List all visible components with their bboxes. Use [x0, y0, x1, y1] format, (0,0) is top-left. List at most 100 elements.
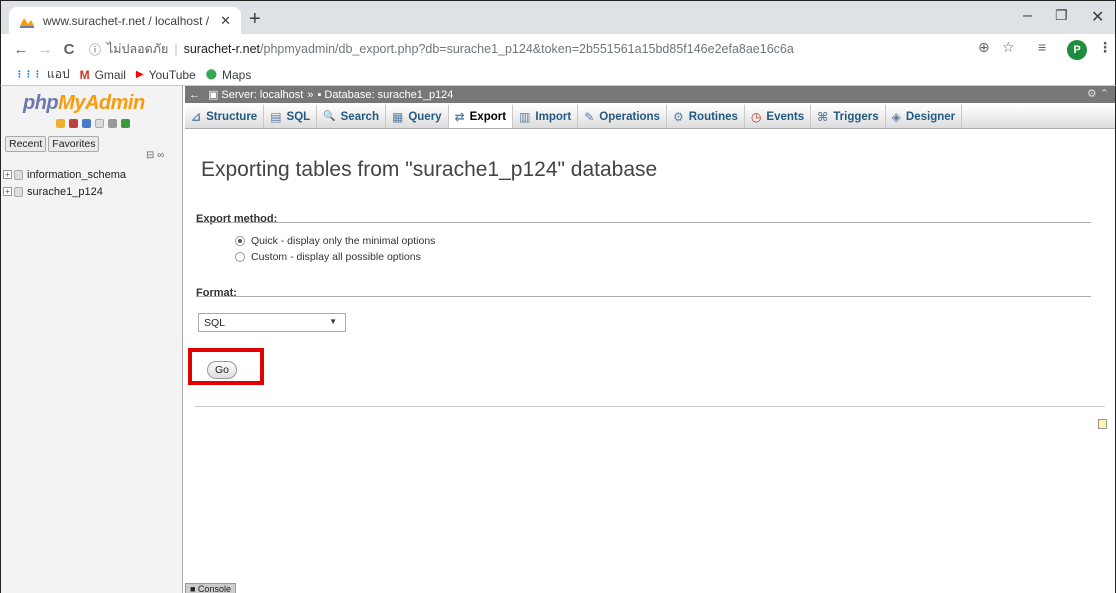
- page-content: phpMyAdmin Recent Favorites ⊟ ∞ + inform…: [0, 86, 1116, 593]
- new-tab-button[interactable]: +: [249, 9, 261, 29]
- phpmyadmin-logo[interactable]: phpMyAdmin: [23, 92, 145, 115]
- browser-toolbar: ← → C ⓘ ไม่ปลอดภัย | surachet-r.net /php…: [0, 34, 1116, 64]
- page-title: Exporting tables from "surache1_p124" da…: [201, 158, 658, 181]
- tab-label: SQL: [286, 110, 311, 123]
- profile-avatar[interactable]: P: [1067, 40, 1087, 60]
- url-host: surachet-r.net: [183, 42, 261, 56]
- breadcrumb-server[interactable]: ▣ Server: localhost: [208, 88, 304, 102]
- tab-query[interactable]: ▦ Query: [386, 105, 449, 128]
- maps-pin-icon: ⬤: [205, 69, 217, 80]
- tab-label: Structure: [206, 110, 258, 123]
- query-icon: ▦: [391, 109, 404, 124]
- home-icon[interactable]: [56, 119, 65, 128]
- favorites-button[interactable]: Favorites: [48, 136, 100, 152]
- settings-gear-icon[interactable]: ⚙ ⌃: [1087, 87, 1109, 100]
- help-icon[interactable]: [82, 119, 91, 128]
- reload-button[interactable]: C: [57, 41, 81, 58]
- custom-option[interactable]: Custom - display all possible options: [235, 251, 421, 263]
- minimize-button[interactable]: –: [1023, 7, 1032, 25]
- notepad-icon[interactable]: [1098, 419, 1107, 429]
- database-small-icon: ▪: [317, 88, 322, 101]
- breadcrumb-database-label: Database: surache1_p124: [324, 88, 454, 101]
- expand-icon[interactable]: +: [3, 187, 12, 196]
- top-menu: ⊿ Structure ▤ SQL 🔍 Search ▦ Query ⇄ Export ▥…: [185, 105, 1115, 129]
- browser-menu-icon[interactable]: ⋮: [1098, 39, 1112, 56]
- format-select[interactable]: SQL ▼: [198, 313, 346, 332]
- navigation-panel: phpMyAdmin Recent Favorites ⊟ ∞ + inform…: [1, 86, 183, 593]
- tab-operations[interactable]: ✎ Operations: [578, 105, 667, 128]
- maximize-button[interactable]: ❐: [1055, 7, 1068, 24]
- bookmark-maps[interactable]: ⬤ Maps: [206, 68, 252, 82]
- breadcrumb: ← ▣ Server: localhost » ▪ Database: surach…: [185, 86, 1115, 103]
- quick-radio[interactable]: [235, 236, 245, 246]
- tab-label: Triggers: [833, 110, 879, 123]
- breadcrumb-server-label: Server: localhost: [221, 88, 304, 101]
- db-name[interactable]: information_schema: [27, 169, 126, 181]
- quick-option[interactable]: Quick - display only the minimal options: [235, 235, 435, 247]
- settings-icon[interactable]: [108, 119, 117, 128]
- tab-sql[interactable]: ▤ SQL: [264, 105, 318, 128]
- close-window-button[interactable]: ✕: [1091, 7, 1104, 27]
- tab-events[interactable]: ◷ Events: [745, 105, 812, 128]
- bookmark-youtube[interactable]: ▶ YouTube: [136, 68, 196, 82]
- search-icon: 🔍: [323, 111, 336, 122]
- tab-routines[interactable]: ⚙ Routines: [667, 105, 745, 128]
- chevron-down-icon: ▼: [329, 317, 337, 326]
- collapse-arrow-icon[interactable]: ←: [189, 89, 200, 101]
- bookmark-star-icon[interactable]: ☆: [1002, 39, 1015, 56]
- console-toggle[interactable]: ■ Console: [185, 583, 236, 593]
- back-button[interactable]: ←: [9, 41, 33, 58]
- breadcrumb-database[interactable]: ▪ Database: surache1_p124: [317, 89, 453, 101]
- extension-icon[interactable]: ≡: [1038, 39, 1046, 55]
- reload-nav-icon[interactable]: [121, 119, 130, 128]
- designer-icon: ◈: [891, 109, 901, 124]
- go-button[interactable]: Go: [207, 361, 237, 379]
- divider: [195, 406, 1105, 407]
- zoom-icon[interactable]: ⊕: [978, 39, 990, 56]
- tab-export[interactable]: ⇄ Export: [448, 105, 514, 128]
- bookmark-label: Maps: [221, 67, 252, 82]
- recent-favorites-tabs: Recent Favorites: [5, 136, 100, 152]
- db-name[interactable]: surache1_p124: [27, 186, 103, 198]
- bookmark-label: Gmail: [94, 67, 126, 82]
- tab-label: Query: [408, 110, 442, 123]
- database-tree: + information_schema + surache1_p124: [3, 166, 126, 200]
- address-bar[interactable]: ⓘ ไม่ปลอดภัย | surachet-r.net /phpmyadmi…: [89, 37, 1009, 61]
- db-item-information-schema[interactable]: + information_schema: [3, 166, 126, 183]
- gmail-icon: M: [79, 67, 90, 82]
- recent-button[interactable]: Recent: [5, 136, 47, 152]
- forward-button[interactable]: →: [33, 41, 57, 58]
- bookmark-gmail[interactable]: M Gmail: [80, 68, 126, 82]
- tab-label: Operations: [599, 110, 660, 123]
- phpmyadmin-favicon-icon: [19, 13, 35, 29]
- tab-structure[interactable]: ⊿ Structure: [185, 105, 265, 128]
- url-path: /phpmyadmin/db_export.php?db=surache1_p1…: [260, 42, 794, 56]
- logout-icon[interactable]: [69, 119, 78, 128]
- bookmark-apps[interactable]: ⋮⋮⋮ แอป: [15, 65, 70, 84]
- database-icon: [14, 186, 23, 197]
- database-icon: [14, 169, 23, 180]
- nav-icon-row: [56, 119, 130, 128]
- routines-icon: ⚙: [672, 109, 684, 124]
- custom-option-label[interactable]: Custom - display all possible options: [251, 251, 421, 263]
- tab-label: Routines: [688, 110, 738, 123]
- quick-option-label[interactable]: Quick - display only the minimal options: [251, 235, 435, 247]
- tab-triggers[interactable]: ⌘ Triggers: [811, 105, 886, 128]
- tab-import[interactable]: ▥ Import: [513, 105, 579, 128]
- browser-tab[interactable]: www.surachet-r.net / localhost / ✕: [9, 7, 241, 35]
- sql-icon: ▤: [270, 109, 282, 124]
- db-item-surache1-p124[interactable]: + surache1_p124: [3, 183, 126, 200]
- events-clock-icon: ◷: [750, 109, 762, 124]
- expand-icon[interactable]: +: [3, 170, 12, 179]
- custom-radio[interactable]: [235, 252, 245, 262]
- tab-label: Export: [469, 110, 507, 123]
- export-icon: ⇄: [454, 109, 465, 124]
- format-value: SQL: [204, 316, 226, 329]
- tab-close-icon[interactable]: ✕: [220, 13, 231, 29]
- site-info-icon[interactable]: ⓘ: [89, 41, 101, 58]
- docs-icon[interactable]: [95, 119, 104, 128]
- operations-wrench-icon: ✎: [584, 109, 595, 124]
- tab-designer[interactable]: ◈ Designer: [886, 105, 963, 128]
- tab-search[interactable]: 🔍 Search: [317, 105, 386, 128]
- collapse-all-icon[interactable]: ⊟ ∞: [146, 150, 164, 161]
